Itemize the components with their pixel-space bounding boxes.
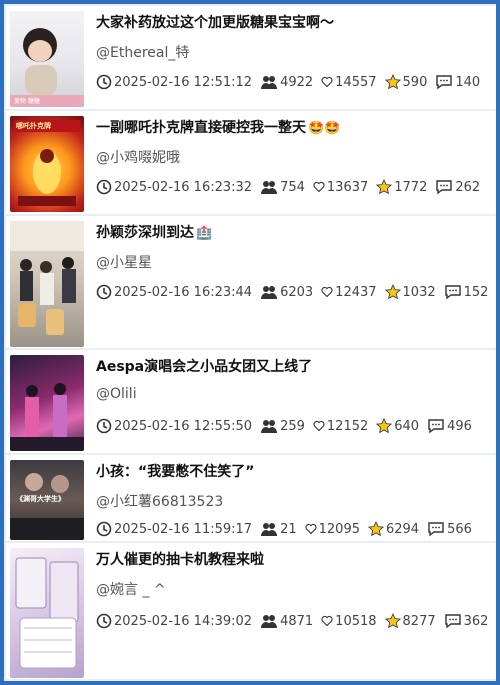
post-meta: 2025-02-16 16:23:32 754 13637 1772 262 xyxy=(96,179,480,195)
users-icon xyxy=(261,523,278,536)
star-count: 590 xyxy=(402,74,428,90)
post-thumbnail[interactable]: 《渊哥大学生》 xyxy=(10,460,84,540)
star-icon[interactable] xyxy=(384,74,401,90)
comment-icon[interactable] xyxy=(444,613,462,629)
star-count: 640 xyxy=(394,418,420,434)
post-time: 2025-02-16 11:59:17 xyxy=(114,521,253,537)
like-count: 12437 xyxy=(335,284,377,300)
clock-icon xyxy=(96,521,112,537)
heart-icon[interactable] xyxy=(321,76,333,88)
comment-count: 362 xyxy=(463,613,489,629)
comment-icon[interactable] xyxy=(435,74,453,90)
post-card[interactable]: Aespa演唱会之小品女团又上线了 @Olili 2025-02-16 12:5… xyxy=(6,350,496,453)
post-author[interactable]: @婉言 _ ^ xyxy=(96,579,166,599)
view-count: 259 xyxy=(280,418,305,434)
post-thumbnail[interactable] xyxy=(10,221,84,347)
star-icon[interactable] xyxy=(367,521,384,537)
post-title[interactable]: 万人催更的抽卡机教程来啦 xyxy=(96,549,490,569)
post-time: 2025-02-16 16:23:44 xyxy=(114,284,253,300)
comment-count: 140 xyxy=(455,74,481,90)
clock-icon xyxy=(96,284,112,300)
post-author[interactable]: @小星星 xyxy=(96,252,152,272)
clock-icon xyxy=(96,613,112,629)
thumbnail-caption: 美物 糖糖 xyxy=(14,98,40,105)
post-feed: 美物 糖糖 大家补药放过这个加更版糖果宝宝啊～ @Ethereal_特 2025… xyxy=(4,4,496,681)
post-thumbnail[interactable]: 哪吒扑克牌 xyxy=(10,116,84,212)
star-icon[interactable] xyxy=(376,418,393,434)
post-card[interactable]: 哪吒扑克牌 一副哪吒扑克牌直接硬控我一整天 🤩🤩 @小鸡啜妮哦 2025-02-1… xyxy=(6,111,496,214)
post-meta: 2025-02-16 12:51:12 4922 14557 590 140 xyxy=(96,74,480,90)
heart-icon[interactable] xyxy=(313,420,325,432)
clock-icon xyxy=(96,418,112,434)
post-card[interactable]: 孙颖莎深圳到达 🏥 @小星星 2025-02-16 16:23:44 6203 1… xyxy=(6,216,496,348)
post-meta: 2025-02-16 12:55:50 259 12152 640 496 xyxy=(96,418,472,434)
view-count: 4922 xyxy=(280,74,314,90)
like-count: 12095 xyxy=(318,521,360,537)
post-card[interactable]: 万人催更的抽卡机教程来啦 @婉言 _ ^ 2025-02-16 14:39:02… xyxy=(6,543,496,679)
heart-icon[interactable] xyxy=(313,181,325,193)
star-icon[interactable] xyxy=(384,613,401,629)
post-title[interactable]: 一副哪吒扑克牌直接硬控我一整天 🤩🤩 xyxy=(96,117,490,137)
comment-icon[interactable] xyxy=(435,179,453,195)
post-meta: 2025-02-16 14:39:02 4871 10518 8277 362 xyxy=(96,613,488,629)
post-author[interactable]: @Ethereal_特 xyxy=(96,42,189,62)
comment-icon[interactable] xyxy=(427,521,445,537)
thumbnail-caption: 哪吒扑克牌 xyxy=(16,122,51,130)
view-count: 754 xyxy=(280,179,305,195)
star-count: 1772 xyxy=(394,179,428,195)
users-icon xyxy=(261,76,278,89)
star-count: 6294 xyxy=(385,521,420,537)
post-time: 2025-02-16 12:51:12 xyxy=(114,74,253,90)
post-meta: 2025-02-16 11:59:17 21 12095 6294 566 xyxy=(96,521,472,537)
comment-icon[interactable] xyxy=(427,418,445,434)
clock-icon xyxy=(96,179,112,195)
post-card[interactable]: 《渊哥大学生》 小孩：“我要憋不住笑了” @小红薯66813523 2025-0… xyxy=(6,455,496,541)
users-icon xyxy=(261,181,278,194)
users-icon xyxy=(261,286,278,299)
post-author[interactable]: @Olili xyxy=(96,386,137,402)
users-icon xyxy=(261,420,278,433)
like-count: 10518 xyxy=(335,613,377,629)
post-title[interactable]: 孙颖莎深圳到达 🏥 xyxy=(96,222,490,242)
clock-icon xyxy=(96,74,112,90)
post-time: 2025-02-16 12:55:50 xyxy=(114,418,253,434)
heart-icon[interactable] xyxy=(321,286,333,298)
post-time: 2025-02-16 14:39:02 xyxy=(114,613,253,629)
users-icon xyxy=(261,615,278,628)
post-thumbnail[interactable] xyxy=(10,548,84,678)
like-count: 13637 xyxy=(326,179,369,195)
comment-count: 262 xyxy=(455,179,481,195)
comment-count: 152 xyxy=(463,284,489,300)
post-author[interactable]: @小鸡啜妮哦 xyxy=(96,147,180,167)
like-count: 14557 xyxy=(335,74,377,90)
post-title[interactable]: Aespa演唱会之小品女团又上线了 xyxy=(96,356,490,376)
heart-icon[interactable] xyxy=(321,615,333,627)
star-icon[interactable] xyxy=(384,284,401,300)
comment-icon[interactable] xyxy=(444,284,462,300)
post-thumbnail[interactable]: 美物 糖糖 xyxy=(10,11,84,107)
like-count: 12152 xyxy=(326,418,369,434)
post-card[interactable]: 美物 糖糖 大家补药放过这个加更版糖果宝宝啊～ @Ethereal_特 2025… xyxy=(6,6,496,109)
thumbnail-caption: 《渊哥大学生》 xyxy=(16,495,65,503)
post-title[interactable]: 大家补药放过这个加更版糖果宝宝啊～ xyxy=(96,12,490,32)
star-count: 8277 xyxy=(402,613,436,629)
view-count: 21 xyxy=(280,521,297,537)
post-meta: 2025-02-16 16:23:44 6203 12437 1032 152 xyxy=(96,284,488,300)
post-author[interactable]: @小红薯66813523 xyxy=(96,491,223,511)
star-count: 1032 xyxy=(402,284,436,300)
post-title[interactable]: 小孩：“我要憋不住笑了” xyxy=(96,461,490,481)
view-count: 6203 xyxy=(280,284,314,300)
view-count: 4871 xyxy=(280,613,314,629)
star-icon[interactable] xyxy=(376,179,393,195)
post-time: 2025-02-16 16:23:32 xyxy=(114,179,253,195)
post-thumbnail[interactable] xyxy=(10,355,84,451)
comment-count: 566 xyxy=(447,521,472,537)
comment-count: 496 xyxy=(447,418,472,434)
heart-icon[interactable] xyxy=(305,523,317,535)
